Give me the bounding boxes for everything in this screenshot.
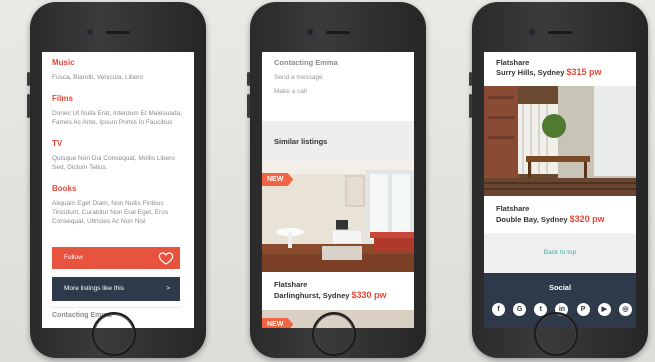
section-title-tv: TV [52,139,63,148]
contacting-title: Contacting Emma [274,58,338,67]
listing-price: $320 pw [569,214,605,224]
send-message-link[interactable]: Send a message [274,74,323,81]
side-button [27,94,30,118]
side-button [247,72,250,86]
similar-listings-header: Similar listings [262,121,414,163]
instagram-icon[interactable]: ◎ [618,303,632,316]
speaker [548,31,572,34]
section-text-music: Fusca, Blandit, Vehicula, Libero [52,74,144,81]
heart-icon[interactable] [158,250,174,266]
social-title: Social [548,283,572,292]
section-title-music: Music [52,58,75,67]
phone-listings: Flatshare Surry Hills, Sydney $315 pw Fl… [469,2,648,358]
similar-listings-title: Similar listings [274,137,328,146]
side-button [469,72,472,86]
listing-type: Flatshare [274,280,308,289]
speaker [106,31,130,34]
screen: Music Fusca, Blandit, Vehicula, Libero F… [42,52,194,328]
section-title-films: Films [52,94,73,103]
new-badge: NEW [262,318,294,328]
listing-location[interactable]: Double Bay, Sydney $320 pw [496,214,605,224]
follow-label: Follow [64,254,83,261]
section-text-tv: Quisque Non Dui Consequat, Mollis Libero… [52,155,175,171]
screen: Flatshare Surry Hills, Sydney $315 pw Fl… [484,52,636,328]
home-button[interactable] [534,312,578,356]
camera [308,30,312,34]
youtube-icon[interactable]: ▶ [597,303,611,316]
side-button [247,94,250,118]
listing-photo[interactable] [484,86,636,196]
listing-location-text: Darlinghurst, Sydney [274,291,350,300]
phone-contact: Contacting Emma Send a message Make a ca… [247,2,426,358]
listing-photo[interactable]: NEW [262,162,414,272]
listing-price: $315 pw [566,67,602,77]
more-listings-button[interactable]: More listings like this > [52,277,180,301]
section-text-films: Donec Ut Nulla Erat, Interdum Et Malesua… [52,110,183,126]
listing-type: Flatshare [496,204,530,213]
google-plus-icon[interactable]: G [513,303,527,316]
more-listings-label: More listings like this [64,285,124,292]
screen: Contacting Emma Send a message Make a ca… [262,52,414,328]
side-button [469,94,472,118]
camera [88,30,92,34]
section-text-books: Aliquam Eget Diam, Non Nullis Finibus Ti… [52,200,169,225]
side-button [27,72,30,86]
new-badge: NEW [262,173,294,186]
speaker [326,31,350,34]
listing-price: $330 pw [351,290,387,300]
divider [52,307,180,308]
patio-image [484,86,636,196]
camera [530,30,534,34]
make-call-link[interactable]: Make a call [274,88,307,95]
listing-type: Flatshare [496,58,530,67]
listing-location[interactable]: Darlinghurst, Sydney $330 pw [274,290,387,300]
section-title-books: Books [52,184,77,193]
follow-button[interactable]: Follow [52,247,180,269]
chevron-right-icon: > [166,285,170,292]
home-button[interactable] [312,312,356,356]
home-button[interactable] [92,312,136,356]
listing-location-text: Double Bay, Sydney [496,215,568,224]
listing-location-text: Surry Hills, Sydney [496,68,565,77]
back-to-top-link[interactable]: Back to top [484,233,636,273]
phone-profile: Music Fusca, Blandit, Vehicula, Libero F… [27,2,206,358]
listing-location[interactable]: Surry Hills, Sydney $315 pw [496,67,602,77]
pinterest-icon[interactable]: P [576,303,590,316]
interests-list: Music Fusca, Blandit, Vehicula, Libero F… [42,52,194,226]
facebook-icon[interactable]: f [492,303,505,316]
